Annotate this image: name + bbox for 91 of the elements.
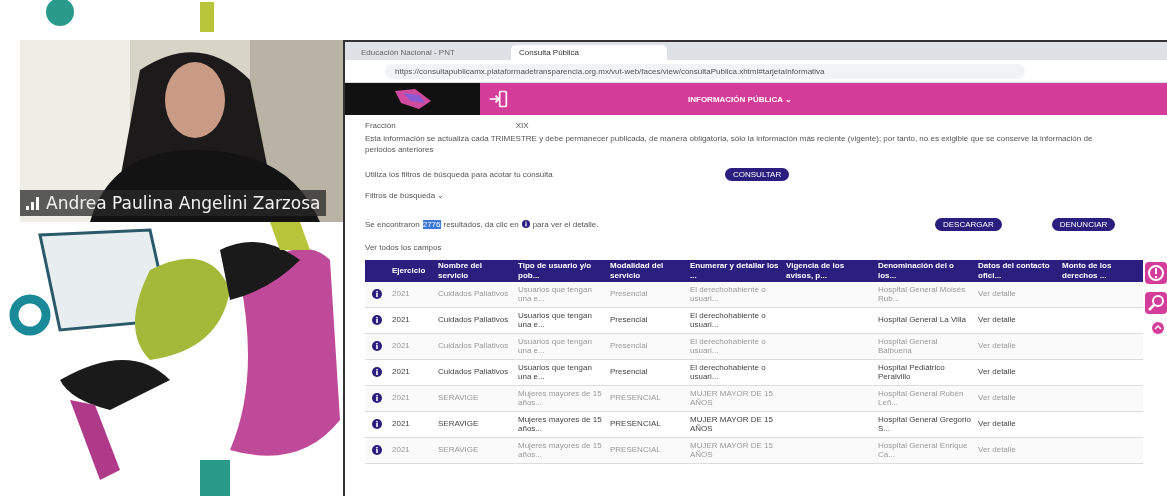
table-cell: Usuarios que tengan una e... bbox=[518, 362, 592, 382]
column-header[interactable]: Ejercicio bbox=[389, 265, 435, 276]
header-menu[interactable]: INFORMACIÓN PÚBLICA ⌄ bbox=[688, 94, 793, 104]
table-cell: Ver detalle bbox=[978, 289, 1016, 299]
field-label: Fracción bbox=[365, 121, 396, 130]
table-cell: 2021 bbox=[392, 367, 410, 377]
table-cell: Presencial bbox=[610, 289, 648, 299]
table-cell: 2021 bbox=[392, 445, 410, 455]
table-cell: Cuidados Paliativos bbox=[438, 289, 509, 299]
info-icon bbox=[521, 220, 530, 229]
table-cell: SERAVIGE bbox=[438, 393, 479, 403]
table-cell: Hospital General Rubén Leñ... bbox=[878, 388, 964, 408]
table-cell: Presencial bbox=[610, 341, 648, 351]
table-cell: Presencial bbox=[610, 367, 648, 377]
table-cell: 2021 bbox=[392, 393, 410, 403]
scroll-top-icon[interactable] bbox=[1152, 322, 1164, 334]
table-cell: Usuarios que tengan una e... bbox=[518, 336, 592, 356]
column-header[interactable]: Modalidad del servicio bbox=[607, 261, 687, 281]
table-cell: El derechohabiente o usuari... bbox=[690, 362, 766, 382]
table-cell: SERAVIGE bbox=[438, 445, 479, 455]
table-cell: PRESENCIAL bbox=[610, 393, 661, 403]
search-icon[interactable] bbox=[1145, 292, 1167, 314]
table-cell: Mujeres mayores de 15 años... bbox=[518, 388, 602, 408]
table-cell: 2021 bbox=[392, 289, 410, 299]
table-cell: Ver detalle bbox=[978, 341, 1016, 351]
column-header[interactable]: Tipo de usuario y/o pob... bbox=[515, 261, 607, 281]
table-cell: PRESENCIAL bbox=[610, 445, 661, 455]
table-cell: 2021 bbox=[392, 315, 410, 325]
column-header[interactable]: Enumerar y detallar los ... bbox=[687, 261, 783, 281]
table-cell: Ver detalle bbox=[978, 393, 1016, 403]
table-cell: Hospital General Gregorio S... bbox=[878, 414, 971, 434]
column-header[interactable]: Nombre del servicio bbox=[435, 261, 515, 281]
field-value: XIX bbox=[515, 121, 529, 130]
filter-hint: Utiliza los filtros de búsqueda para acotar tu consulta bbox=[365, 169, 554, 179]
table-cell: PRESENCIAL bbox=[610, 419, 661, 429]
all-fields-link[interactable]: Ver todos los campos bbox=[365, 242, 1167, 252]
table-cell: MUJER MAYOR DE 15 AÑOS bbox=[690, 388, 773, 408]
table-cell: Hospital Pediátrico Peralvillo bbox=[878, 362, 945, 382]
results-count: 2776 bbox=[422, 219, 441, 229]
column-header[interactable]: Vigencia de los avisos, p... bbox=[783, 261, 875, 281]
report-button[interactable]: DENUNCIAR bbox=[1051, 217, 1116, 231]
info-icon[interactable] bbox=[372, 315, 382, 326]
browser-tab[interactable]: Educación Nacional - PNT bbox=[353, 45, 509, 60]
table-cell: MUJER MAYOR DE 15 AÑOS bbox=[690, 414, 773, 434]
table-cell: Mujeres mayores de 15 años... bbox=[518, 440, 602, 460]
info-icon[interactable] bbox=[372, 419, 382, 430]
table-cell: Hospital General Enrique Ca... bbox=[878, 440, 968, 460]
table-cell: Usuarios que tengan una e... bbox=[518, 284, 592, 304]
info-icon[interactable] bbox=[372, 393, 382, 404]
table-cell: Ver detalle bbox=[978, 419, 1016, 429]
info-icon[interactable] bbox=[372, 445, 382, 456]
browser-tab[interactable]: Consulta Pública bbox=[511, 45, 667, 60]
login-icon[interactable] bbox=[488, 89, 508, 109]
table-cell: El derechohabiente o usuari... bbox=[690, 336, 766, 356]
results-text: resultados, da clic en bbox=[443, 219, 519, 229]
results-text: para ver el detalle. bbox=[532, 219, 599, 229]
info-icon[interactable] bbox=[372, 367, 382, 378]
table-cell: Mujeres mayores de 15 años... bbox=[518, 414, 602, 434]
filters-toggle[interactable]: Filtros de búsqueda ⌄ bbox=[365, 190, 1167, 200]
table-cell: SERAVIGE bbox=[438, 419, 479, 429]
table-cell: 2021 bbox=[392, 341, 410, 351]
table-cell: Hospital General La Villa bbox=[878, 315, 966, 325]
table-cell: Ver detalle bbox=[978, 315, 1016, 325]
table-cell: Cuidados Paliativos bbox=[438, 341, 509, 351]
alert-icon[interactable] bbox=[1145, 262, 1167, 284]
table-cell: Ver detalle bbox=[978, 445, 1016, 455]
table-cell: Hospital General Balbuena bbox=[878, 336, 938, 356]
info-icon[interactable] bbox=[372, 289, 382, 300]
table-cell: Hospital General Moisés Rub... bbox=[878, 284, 966, 304]
table-cell: Usuarios que tengan una e... bbox=[518, 310, 592, 330]
table-cell: 2021 bbox=[392, 419, 410, 429]
logo-icon bbox=[392, 87, 433, 111]
table-cell: El derechohabiente o usuari... bbox=[690, 284, 766, 304]
table-cell: El derechohabiente o usuari... bbox=[690, 310, 766, 330]
table-row[interactable]: 2021 Cuidados Paliativos Usuarios que tengan una e... Presencial El derechohabiente o usuari... Hospital General La Villa Ver detalle bbox=[365, 307, 1143, 334]
table-row[interactable]: 2021 SERAVIGE Mujeres mayores de 15 años... PRESENCIAL MUJER MAYOR DE 15 AÑOS Hospital General Gregorio S... Ver detalle bbox=[365, 411, 1143, 438]
column-header[interactable]: Datos del contacto ofici... bbox=[975, 261, 1059, 281]
info-icon[interactable] bbox=[372, 341, 382, 352]
table-row[interactable]: 2021 Cuidados Paliativos Usuarios que tengan una e... Presencial El derechohabiente o usuari... Hospital Pediátrico Peralvillo Ver detalle bbox=[365, 359, 1143, 386]
table-cell: MUJER MAYOR DE 15 AÑOS bbox=[690, 440, 773, 460]
column-header[interactable]: Denominación del o los... bbox=[875, 261, 975, 281]
consult-button[interactable]: CONSULTAR bbox=[725, 167, 790, 181]
column-header[interactable]: Monto de los derechos ... bbox=[1059, 261, 1123, 281]
table-cell: Ver detalle bbox=[978, 367, 1016, 377]
table-cell: Cuidados Paliativos bbox=[438, 315, 509, 325]
table-cell: Cuidados Paliativos bbox=[438, 367, 509, 377]
address-bar[interactable]: https://consultapublicamx.plataformadetransparencia.org.mx/vut-web/faces/view/consultaPublica.xhtml#tarjetaInformativa bbox=[385, 63, 1025, 79]
notice-text: Esta información se actualiza cada TRIMESTRE y debe permanecer publicada, de manera obligatoria, sólo la información más reciente (vigente); por tanto, no es exigible que se conserve la información de periodos anteriores bbox=[365, 134, 1094, 156]
download-button[interactable]: DESCARGAR bbox=[935, 217, 1002, 231]
table-cell: Presencial bbox=[610, 315, 648, 325]
results-text: Se encontraron bbox=[365, 219, 420, 229]
